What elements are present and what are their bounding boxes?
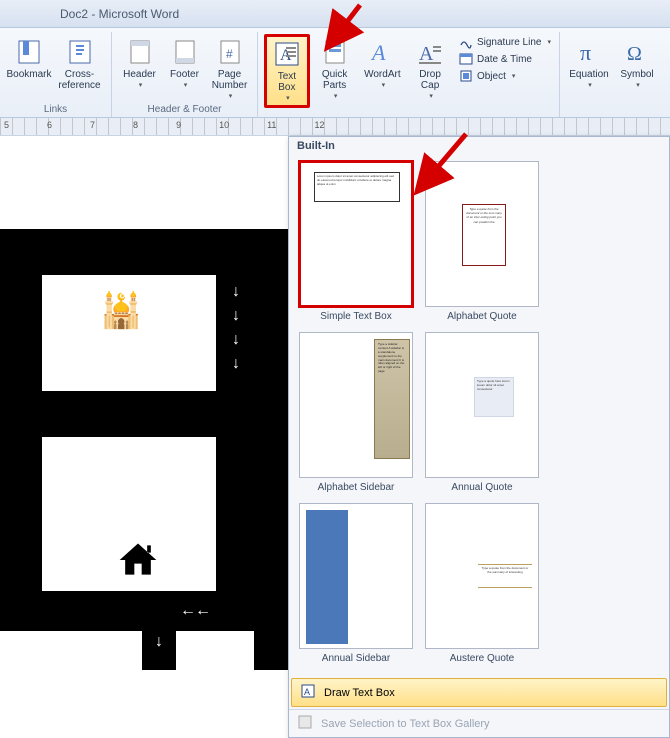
calendar-icon [459, 52, 473, 66]
home-icon [256, 292, 282, 325]
dropcap-button[interactable]: A Drop Cap▾ [407, 34, 453, 104]
house-icon [116, 538, 160, 585]
object-icon [459, 69, 473, 83]
gallery-item-austere-quote[interactable]: Type a quote from the document or the su… [419, 501, 545, 672]
thumb-austere-quote: Type a quote from the document or the su… [425, 503, 539, 649]
save-gallery-icon [297, 714, 313, 733]
caption-alphabet-sidebar: Alphabet Sidebar [318, 478, 395, 499]
equation-icon: π [574, 37, 604, 67]
textbox-button[interactable]: A Text Box▾ [264, 34, 310, 108]
thumb-annual-quote: Type a quote here lorem ipsum dolor sit … [425, 332, 539, 478]
headerfooter-group-label: Header & Footer [118, 104, 251, 117]
footer-label: Footer [170, 69, 199, 80]
thumb-annual-sidebar [299, 503, 413, 649]
gallery-item-annual-quote[interactable]: Type a quote here lorem ipsum dolor sit … [419, 330, 545, 501]
ribbon-group-symbols: π Equation▾ Ω Symbol▾ [560, 32, 670, 117]
symbols-group-label [566, 104, 664, 117]
crossref-label: Cross-reference [57, 69, 102, 91]
draw-text-box-label: Draw Text Box [324, 687, 395, 699]
annotation-arrow-gallery [408, 130, 478, 200]
svg-text:A: A [304, 687, 310, 697]
gallery-item-simple-text-box[interactable]: Lorem ipsum dolor sit amet consectetur a… [293, 159, 419, 330]
caption-annual-sidebar: Annual Sidebar [322, 649, 390, 670]
bookmark-icon [14, 37, 44, 67]
wordart-label: WordArt [364, 69, 401, 80]
gallery-item-annual-sidebar[interactable]: Annual Sidebar [293, 501, 419, 672]
dropcap-label: Drop Cap [410, 69, 450, 91]
footer-button[interactable]: Footer▾ [163, 34, 206, 93]
map-drawing: 🕌 ↓ ↓ ↓ ↓ ↓ ← ← [0, 136, 288, 670]
ruler-numbers: 56789101112 [0, 120, 324, 130]
caption-alphabet-quote: Alphabet Quote [447, 307, 517, 328]
gallery-item-alphabet-sidebar[interactable]: Type a sidebar content A sidebar is a st… [293, 330, 419, 501]
signatureline-label: Signature Line [477, 37, 542, 48]
ribbon-group-text: A Text Box▾ Quick Parts▾ A WordArt▾ A [258, 32, 560, 117]
pagenumber-label: Page Number [211, 69, 248, 91]
save-selection-menuitem: Save Selection to Text Box Gallery [289, 709, 669, 737]
equation-button[interactable]: π Equation▾ [566, 34, 612, 93]
bookmark-button[interactable]: Bookmark [6, 34, 52, 83]
caption-annual-quote: Annual Quote [451, 478, 512, 499]
header-icon [125, 37, 155, 67]
datetime-button[interactable]: Date & Time [457, 51, 553, 67]
footer-icon [170, 37, 200, 67]
ribbon-group-headerfooter: Header▾ Footer▾ # Page Number▾ Header & … [112, 32, 258, 117]
svg-text:A: A [419, 43, 434, 65]
pagenumber-button[interactable]: # Page Number▾ [208, 34, 251, 104]
svg-text:Ω: Ω [627, 43, 642, 65]
thumb-alphabet-sidebar: Type a sidebar content A sidebar is a st… [299, 332, 413, 478]
crossref-icon [65, 37, 95, 67]
caption-austere-quote: Austere Quote [450, 649, 514, 670]
object-label: Object [477, 71, 506, 82]
annotation-arrow-top [320, 0, 380, 60]
crossref-button[interactable]: Cross-reference [54, 34, 105, 94]
ribbon-group-links: Bookmark Cross-reference Links [0, 32, 112, 117]
signature-icon [459, 35, 473, 49]
header-label: Header [123, 69, 156, 80]
header-button[interactable]: Header▾ [118, 34, 161, 93]
gallery-grid: Lorem ipsum dolor sit amet consectetur a… [289, 155, 669, 676]
svg-text:#: # [226, 47, 233, 61]
gallery-section-header: Built-In [289, 137, 669, 155]
save-selection-label: Save Selection to Text Box Gallery [321, 718, 490, 730]
equation-label: Equation [569, 69, 608, 80]
object-button[interactable]: Object▾ [457, 68, 553, 84]
horizontal-ruler[interactable]: 56789101112 [0, 118, 670, 136]
document-area[interactable]: 🕌 ↓ ↓ ↓ ↓ ↓ ← ← Built-In Lorem ipsum dol… [0, 136, 670, 670]
quickparts-label: Quick Parts [315, 69, 355, 91]
caption-simple-text-box: Simple Text Box [320, 307, 392, 328]
symbol-icon: Ω [622, 37, 652, 67]
tower-icon [258, 440, 278, 488]
links-group-label: Links [6, 104, 105, 117]
window-title: Doc2 - Microsoft Word [60, 7, 179, 21]
textbox-label: Text Box [269, 71, 305, 93]
thumb-simple-text-box: Lorem ipsum dolor sit amet consectetur a… [299, 161, 413, 307]
svg-text:π: π [580, 40, 591, 65]
symbol-label: Symbol [620, 69, 653, 80]
bookmark-label: Bookmark [7, 69, 52, 80]
symbol-button[interactable]: Ω Symbol▾ [614, 34, 660, 93]
dropcap-icon: A [415, 37, 445, 67]
datetime-label: Date & Time [477, 54, 532, 65]
pagenumber-icon: # [215, 37, 245, 67]
draw-text-box-menuitem[interactable]: A Draw Text Box [291, 678, 667, 707]
text-mini-list: Signature Line▾ Date & Time Object▾ [455, 34, 553, 84]
mosque-icon: 🕌 [100, 291, 142, 331]
textbox-icon: A [272, 39, 302, 69]
draw-textbox-icon: A [300, 683, 316, 702]
textbox-gallery-panel: Built-In Lorem ipsum dolor sit amet cons… [288, 136, 670, 738]
signatureline-button[interactable]: Signature Line▾ [457, 34, 553, 50]
